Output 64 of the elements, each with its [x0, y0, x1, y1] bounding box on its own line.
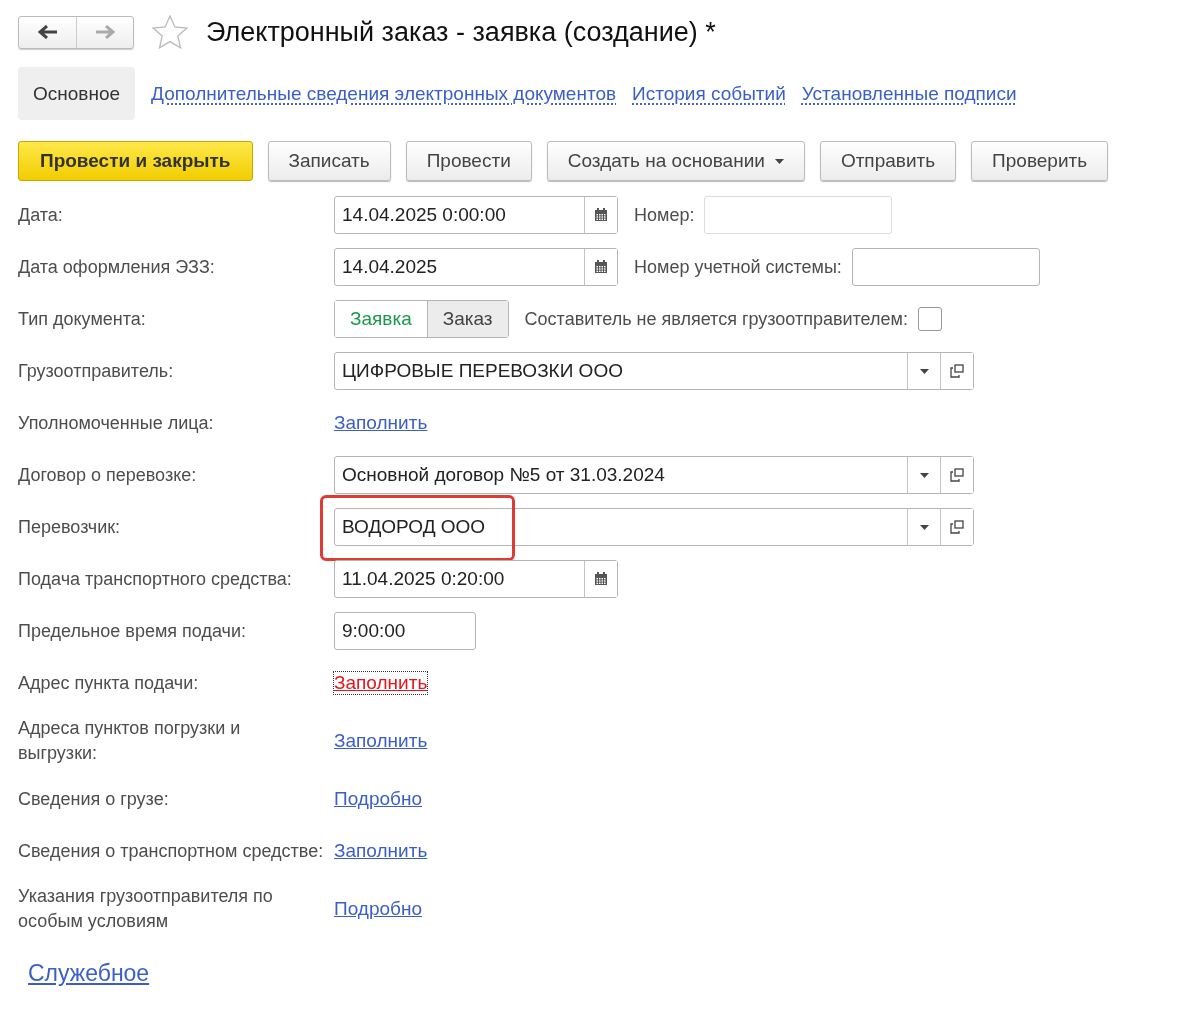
star-icon[interactable]: [152, 15, 188, 49]
toolbar-button[interactable]: Проверить: [971, 141, 1109, 181]
calendar-button[interactable]: [584, 197, 617, 233]
fill-link[interactable]: Заполнить: [334, 730, 428, 752]
tab[interactable]: История событий: [632, 82, 786, 105]
field-label: Дата оформления ЭЗЗ:: [18, 255, 216, 279]
tab[interactable]: Дополнительные сведения электронных документов: [151, 82, 617, 105]
field-label: Номер:: [634, 204, 695, 226]
left-arrow-icon: [37, 25, 58, 39]
select-field[interactable]: ВОДОРОД ООО: [334, 508, 974, 546]
menu-button[interactable]: Создать на основании: [546, 141, 805, 181]
toolbar-button[interactable]: Провести: [405, 141, 532, 181]
select-field[interactable]: Основной договор №5 от 31.03.2024: [334, 456, 974, 494]
date-field[interactable]: 14.04.2025: [334, 248, 618, 286]
fill-link[interactable]: Заполнить: [334, 840, 428, 862]
caret-icon: [919, 524, 929, 530]
right-arrow-icon: [95, 25, 115, 39]
field-label: Дата:: [18, 203, 64, 227]
fill-link[interactable]: Заполнить: [334, 412, 428, 434]
tab[interactable]: Основное: [18, 67, 136, 120]
toolbar-button[interactable]: Записать: [267, 141, 391, 181]
field-label: Подача транспортного средства:: [18, 567, 293, 591]
field-label: Номер учетной системы:: [634, 256, 842, 278]
tab[interactable]: Установленные подписи: [801, 82, 1017, 105]
caret-icon: [774, 158, 784, 164]
open-button[interactable]: [940, 509, 973, 545]
window-title: Электронный заказ - заявка (создание) *: [206, 16, 716, 48]
fill-link[interactable]: Подробно: [334, 788, 422, 810]
date-field[interactable]: 14.04.2025 0:00:00: [334, 196, 618, 234]
calendar-button[interactable]: [584, 561, 617, 597]
toolbar-button[interactable]: Провести и закрыть: [18, 141, 253, 181]
field-label: Уполномоченные лица:: [18, 411, 215, 435]
open-button[interactable]: [940, 353, 973, 389]
open-icon: [950, 520, 964, 534]
calendar-icon: [594, 208, 608, 222]
open-icon: [950, 364, 964, 378]
field-label: Сведения о грузе:: [18, 787, 170, 811]
checkbox[interactable]: [917, 307, 942, 331]
toolbar-button[interactable]: Отправить: [819, 141, 957, 181]
field-label: Указания грузоотправителя по особым условиям: [18, 885, 274, 933]
date-field[interactable]: 11.04.2025 0:20:00: [334, 560, 618, 598]
text-field[interactable]: [851, 248, 1040, 286]
footer-link[interactable]: Служебное: [28, 960, 150, 987]
field-label: Сведения о транспортном средстве:: [18, 839, 325, 863]
time-field[interactable]: 9:00:00: [334, 612, 476, 650]
field-label: Предельное время подачи:: [18, 619, 247, 643]
field-label: Адрес пункта подачи:: [18, 671, 200, 695]
fill-link[interactable]: Заполнить: [334, 672, 428, 694]
field-label: Грузоотправитель:: [18, 359, 175, 383]
calendar-button[interactable]: [584, 249, 617, 285]
calendar-icon: [594, 572, 608, 586]
checkbox-label: Составитель не является грузоотправителем:: [524, 308, 908, 330]
toggle-option[interactable]: Заказ: [426, 301, 508, 337]
field-label: Перевозчик:: [18, 515, 122, 539]
fill-link[interactable]: Подробно: [334, 898, 422, 920]
caret-icon: [919, 368, 929, 374]
field-label: Договор о перевозке:: [18, 463, 198, 487]
select-field[interactable]: ЦИФРОВЫЕ ПЕРЕВОЗКИ ООО: [334, 352, 974, 390]
field-label: Тип документа:: [18, 307, 147, 331]
calendar-icon: [594, 260, 608, 274]
open-button[interactable]: [940, 457, 973, 493]
caret-icon: [919, 472, 929, 478]
open-icon: [950, 468, 964, 482]
field-label: Адреса пунктов погрузки и выгрузки:: [18, 717, 242, 765]
